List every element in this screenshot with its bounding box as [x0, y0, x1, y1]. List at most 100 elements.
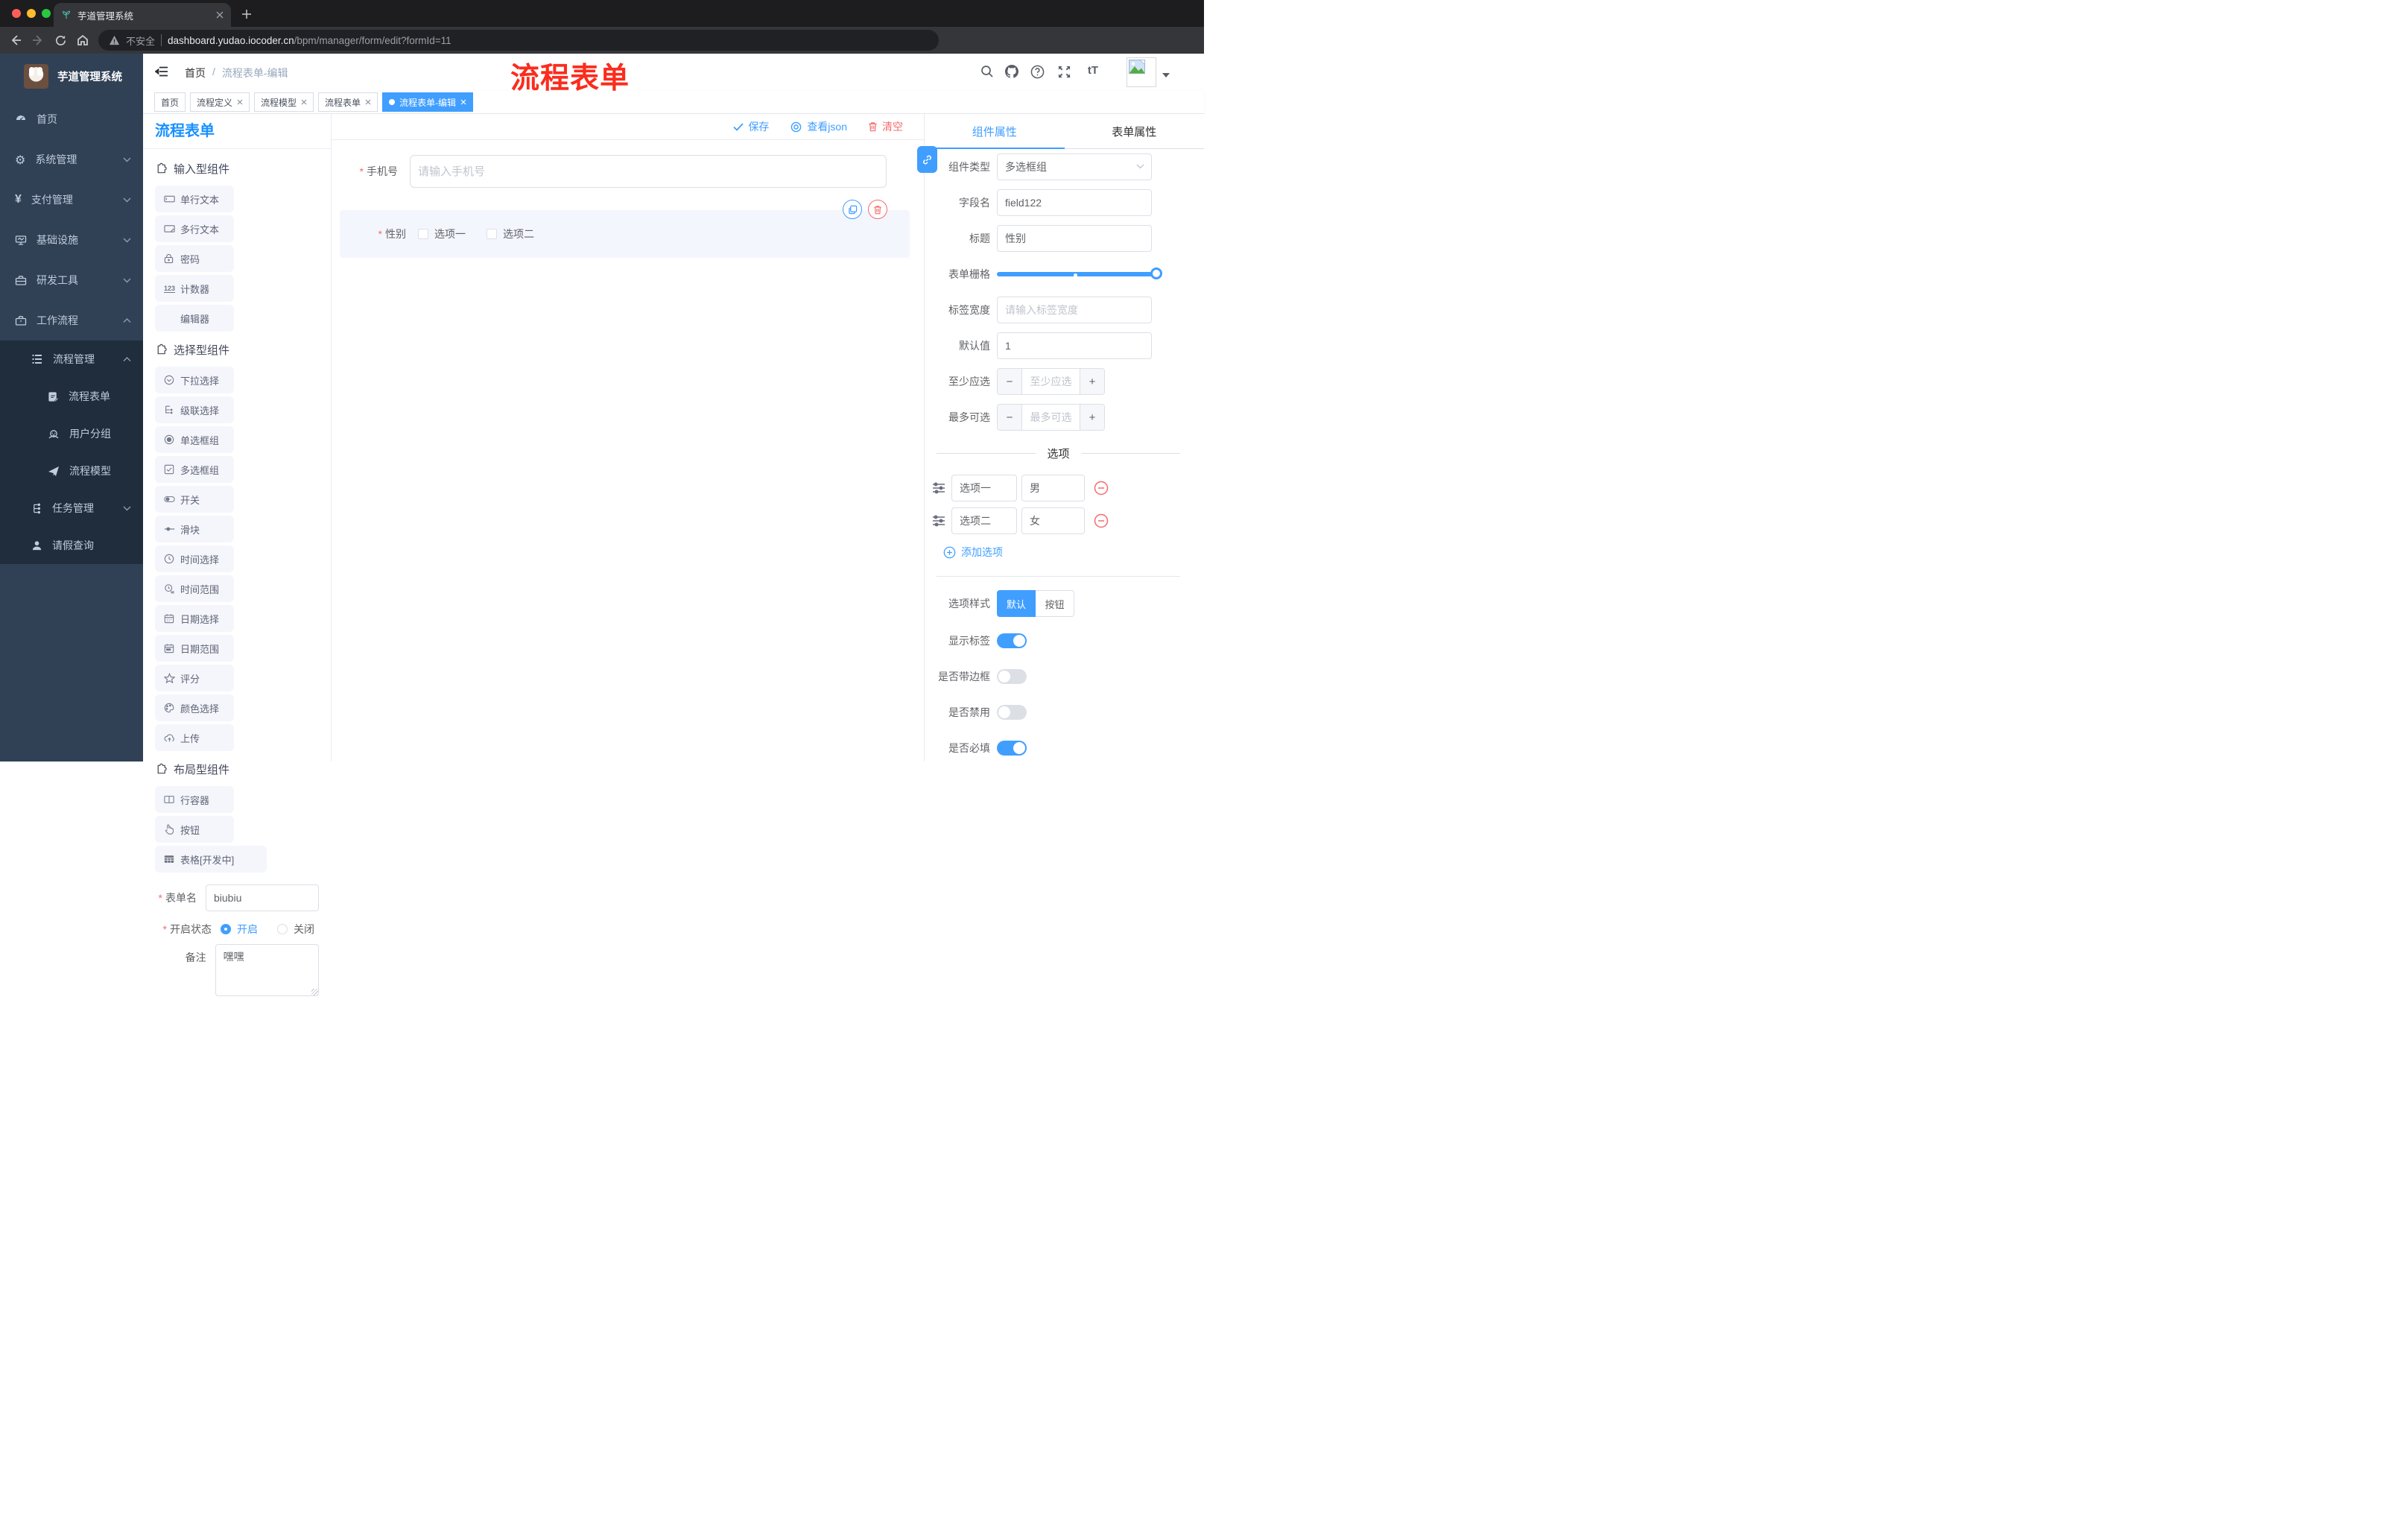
component-editor[interactable]: 编辑器	[155, 305, 234, 332]
option-value-input[interactable]	[1021, 475, 1085, 501]
status-off-label[interactable]: 关闭	[294, 922, 314, 937]
style-button-button[interactable]: 按钮	[1036, 590, 1074, 617]
search-icon[interactable]	[980, 65, 994, 78]
max-select-placeholder[interactable]: 最多可选	[1022, 405, 1080, 430]
component-time-picker[interactable]: 时间选择	[155, 545, 234, 572]
component-password[interactable]: 密码	[155, 245, 234, 272]
default-value-input[interactable]	[997, 332, 1152, 359]
component-row-container[interactable]: 行容器	[155, 786, 234, 813]
component-date-picker[interactable]: 日期选择	[155, 605, 234, 632]
sidebar-item-task-management[interactable]: 任务管理	[0, 490, 143, 527]
tag-process-definition[interactable]: 流程定义	[190, 92, 250, 112]
url-bar[interactable]: 不安全 dashboard.yudao.iocoder.cn /bpm/mana…	[98, 30, 939, 51]
sidebar-item-process-management[interactable]: 流程管理	[0, 341, 143, 378]
sidebar-item-process-model[interactable]: 流程模型	[0, 452, 143, 490]
sidebar-item-home[interactable]: 首页	[0, 99, 143, 139]
breadcrumb-home[interactable]: 首页	[185, 66, 206, 80]
component-table[interactable]: 表格[开发中]	[155, 846, 267, 873]
home-icon[interactable]	[72, 29, 94, 51]
back-icon[interactable]	[4, 29, 27, 51]
title-input[interactable]	[997, 225, 1152, 252]
border-toggle[interactable]	[997, 669, 1027, 684]
disabled-toggle[interactable]	[997, 705, 1027, 720]
checkbox-icon[interactable]	[418, 229, 428, 239]
clear-button[interactable]: 清空	[868, 119, 903, 134]
label-width-input[interactable]	[997, 297, 1152, 323]
component-checkbox-group[interactable]: 多选框组	[155, 456, 234, 483]
gender-option-1[interactable]: 选项一	[418, 227, 466, 241]
sidebar-item-workflow[interactable]: 工作流程	[0, 300, 143, 341]
close-icon[interactable]	[460, 99, 466, 105]
close-window-button[interactable]	[12, 9, 21, 18]
component-cascader[interactable]: 级联选择	[155, 396, 234, 423]
drag-handle-icon[interactable]	[932, 515, 945, 527]
slider-handle[interactable]	[1150, 267, 1162, 279]
component-single-line-text[interactable]: 单行文本	[155, 186, 234, 212]
sidebar-item-system[interactable]: 系统管理	[0, 139, 143, 180]
forward-icon[interactable]	[27, 29, 49, 51]
sidebar-item-devtools[interactable]: 研发工具	[0, 260, 143, 300]
drag-handle-icon[interactable]	[932, 482, 945, 494]
gender-option-2[interactable]: 选项二	[487, 227, 534, 241]
component-switch[interactable]: 开关	[155, 486, 234, 513]
tab-component-props[interactable]: 组件属性	[925, 114, 1065, 148]
sidebar-item-process-form[interactable]: 流程表单	[0, 378, 143, 415]
component-multiline-text[interactable]: 多行文本	[155, 215, 234, 242]
sidebar-item-payment[interactable]: 支付管理	[0, 180, 143, 220]
component-counter[interactable]: 计数器	[155, 275, 234, 302]
stepper-plus-button[interactable]: +	[1080, 405, 1104, 430]
close-icon[interactable]	[365, 99, 371, 105]
add-option-button[interactable]: 添加选项	[943, 545, 1192, 560]
min-select-placeholder[interactable]: 至少应选	[1022, 369, 1080, 394]
remove-option-button[interactable]	[1094, 481, 1109, 495]
new-tab-button[interactable]	[238, 6, 255, 22]
help-icon[interactable]	[1030, 65, 1045, 79]
checkbox-icon[interactable]	[487, 229, 497, 239]
tag-home[interactable]: 首页	[154, 92, 186, 112]
remove-option-button[interactable]	[1094, 513, 1109, 528]
sidebar-item-leave-query[interactable]: 请假查询	[0, 527, 143, 564]
component-slider[interactable]: 滑块	[155, 516, 234, 542]
option-label-input[interactable]	[951, 507, 1017, 534]
tag-process-form[interactable]: 流程表单	[318, 92, 378, 112]
field-binding-tag[interactable]	[917, 146, 937, 173]
component-date-range[interactable]: 日期范围	[155, 635, 234, 662]
status-off-radio[interactable]	[277, 924, 288, 934]
avatar-caret-icon[interactable]	[1162, 73, 1170, 77]
minimize-window-button[interactable]	[27, 9, 36, 18]
stepper-minus-button[interactable]: −	[998, 405, 1022, 430]
component-type-select[interactable]: 多选框组	[997, 153, 1152, 180]
stepper-minus-button[interactable]: −	[998, 369, 1022, 394]
component-button[interactable]: 按钮	[155, 816, 234, 843]
sidebar-item-user-group[interactable]: 用户分组	[0, 415, 143, 452]
save-button[interactable]: 保存	[733, 119, 769, 134]
stepper-plus-button[interactable]: +	[1080, 369, 1104, 394]
security-warning-icon[interactable]	[109, 35, 120, 45]
duplicate-component-button[interactable]	[843, 200, 862, 219]
component-upload[interactable]: 上传	[155, 724, 234, 751]
fullscreen-icon[interactable]	[1057, 65, 1071, 79]
component-select[interactable]: 下拉选择	[155, 367, 234, 393]
reload-icon[interactable]	[49, 29, 72, 51]
tag-process-model[interactable]: 流程模型	[254, 92, 314, 112]
option-value-input[interactable]	[1021, 507, 1085, 534]
maximize-window-button[interactable]	[42, 9, 51, 18]
option-label-input[interactable]	[951, 475, 1017, 501]
close-icon[interactable]	[301, 99, 307, 105]
show-label-toggle[interactable]	[997, 633, 1027, 648]
delete-component-button[interactable]	[868, 200, 887, 219]
view-json-button[interactable]: 查看json	[790, 119, 847, 134]
phone-field-input[interactable]	[410, 155, 887, 188]
form-grid-slider[interactable]	[997, 261, 1162, 288]
component-rate[interactable]: 评分	[155, 665, 234, 691]
remark-textarea[interactable]: 嘿嘿	[215, 944, 319, 996]
sidebar-collapse-icon[interactable]	[155, 66, 168, 77]
field-name-input[interactable]	[997, 189, 1152, 216]
canvas-field-gender-selected[interactable]: 性别 选项一 选项二	[340, 200, 910, 258]
app-logo[interactable]: 芋道管理系统	[0, 54, 143, 99]
status-on-radio[interactable]	[221, 924, 231, 934]
tag-process-form-edit[interactable]: 流程表单-编辑	[382, 92, 474, 112]
sidebar-item-infrastructure[interactable]: 基础设施	[0, 220, 143, 260]
avatar[interactable]	[1127, 57, 1156, 87]
canvas-field-phone[interactable]: 手机号	[332, 155, 924, 188]
